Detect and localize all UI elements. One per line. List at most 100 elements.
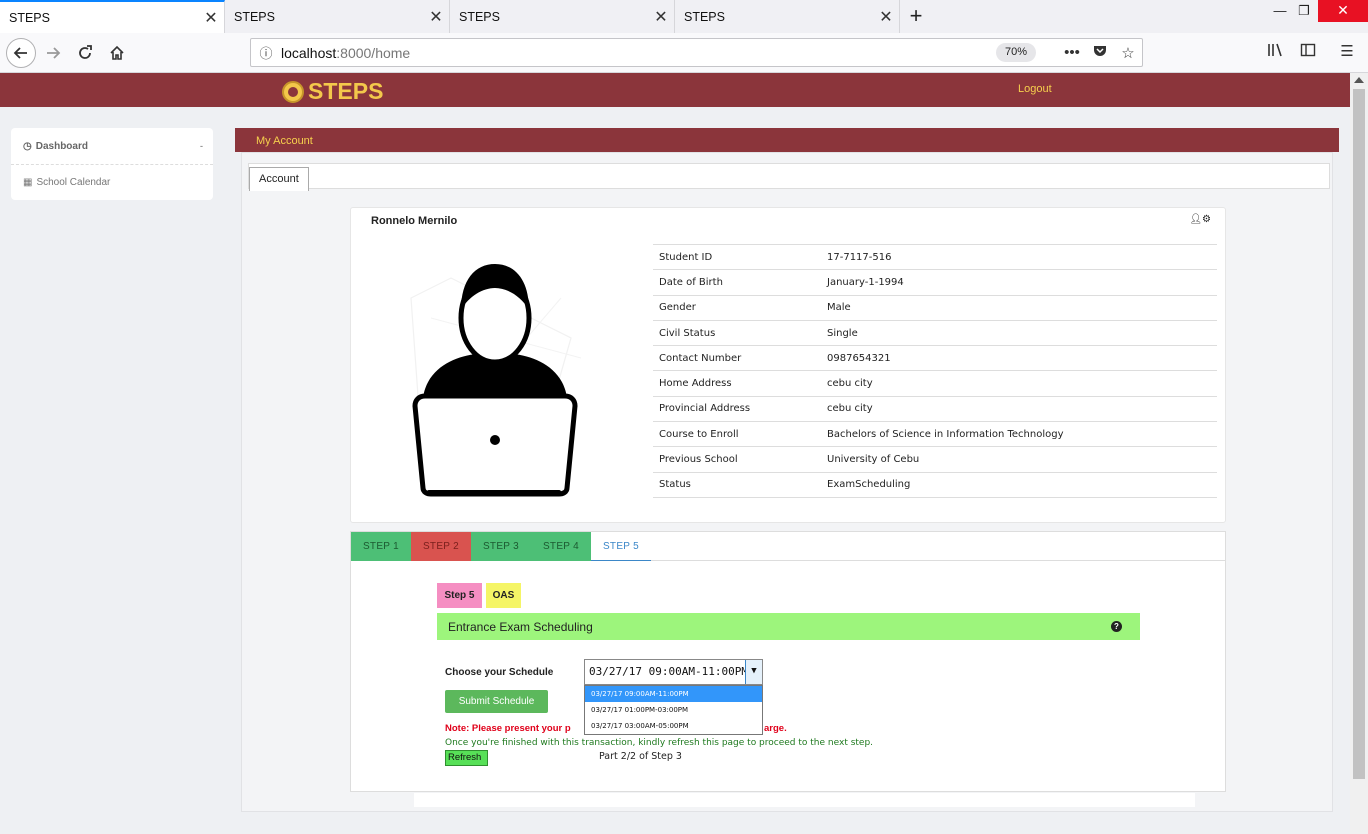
gear-icon[interactable]: ⚙ bbox=[1202, 214, 1211, 225]
dropdown-option[interactable]: 03/27/17 01:00PM-03:00PM bbox=[585, 702, 762, 718]
question-circle-icon[interactable]: ? bbox=[1111, 621, 1122, 632]
close-icon[interactable]: ✕ bbox=[873, 7, 899, 27]
url-path: :8000/home bbox=[336, 44, 411, 61]
tab-step-5[interactable]: STEP 5 bbox=[591, 532, 651, 561]
field-label: Civil Status bbox=[653, 319, 821, 346]
refresh-button[interactable]: Refresh bbox=[445, 750, 488, 766]
tab-step-1[interactable]: STEP 1 bbox=[351, 532, 411, 561]
field-value: Single bbox=[821, 319, 1217, 346]
field-value: Male bbox=[821, 294, 1217, 321]
oas-badge: OAS bbox=[486, 583, 521, 608]
home-icon[interactable] bbox=[102, 38, 132, 68]
brand-name: STEPS bbox=[308, 78, 384, 104]
zoom-level[interactable]: 70% bbox=[996, 43, 1036, 62]
calendar-icon: ▦ bbox=[23, 177, 33, 188]
field-value: ExamScheduling bbox=[821, 471, 1217, 498]
site-logo[interactable]: STEPS bbox=[282, 78, 383, 105]
part-indicator: Part 2/2 of Step 3 bbox=[599, 751, 682, 762]
submit-schedule-button[interactable]: Submit Schedule bbox=[445, 690, 548, 713]
field-label: Date of Birth bbox=[653, 269, 821, 296]
table-row: Date of Birth January-1-1994 bbox=[653, 269, 1217, 296]
browser-tab[interactable]: STEPS ✕ bbox=[675, 0, 900, 33]
page-scrollbar[interactable] bbox=[1350, 73, 1368, 834]
steps-card: STEP 1 STEP 2 STEP 3 STEP 4 STEP 5 Step … bbox=[350, 531, 1226, 792]
window-close-icon[interactable]: ✕ bbox=[1318, 0, 1368, 22]
close-icon[interactable]: ✕ bbox=[423, 7, 449, 27]
user-icon[interactable]: 👤︎ bbox=[1189, 214, 1202, 225]
browser-tab[interactable]: STEPS ✕ bbox=[225, 0, 450, 33]
section-title: My Account bbox=[235, 128, 1339, 152]
field-label: Status bbox=[653, 471, 821, 498]
schedule-label: Choose your Schedule bbox=[445, 667, 554, 678]
field-value: 0987654321 bbox=[821, 345, 1217, 371]
url-text[interactable]: localhost:8000/home bbox=[281, 45, 996, 61]
tab-step-4[interactable]: STEP 4 bbox=[531, 532, 591, 561]
field-value: cebu city bbox=[821, 395, 1217, 422]
tab-step-3[interactable]: STEP 3 bbox=[471, 532, 531, 561]
scroll-up-icon[interactable] bbox=[1354, 77, 1364, 83]
exam-title: Entrance Exam Scheduling ? bbox=[437, 613, 1140, 640]
chevron-down-icon[interactable]: ▼ bbox=[745, 660, 762, 684]
logout-link[interactable]: Logout bbox=[1018, 83, 1052, 95]
info-icon[interactable]: ⓘ bbox=[251, 43, 281, 62]
reload-icon[interactable] bbox=[70, 38, 100, 68]
profile-card: Ronnelo Mernilo 👤︎⚙ Student ID 17-7117-51… bbox=[350, 207, 1226, 523]
table-row: Student ID 17-7117-516 bbox=[653, 243, 1217, 270]
field-value: University of Cebu bbox=[821, 446, 1217, 473]
field-label: Course to Enroll bbox=[653, 421, 821, 447]
tab-step-2[interactable]: STEP 2 bbox=[411, 532, 471, 561]
new-tab-icon[interactable]: + bbox=[904, 4, 928, 28]
table-row: Home Address cebu city bbox=[653, 370, 1217, 397]
sidebar-toggle-icon[interactable] bbox=[1297, 42, 1319, 64]
field-value: Bachelors of Science in Information Tech… bbox=[821, 421, 1217, 447]
browser-tab[interactable]: STEPS ✕ bbox=[0, 0, 225, 33]
library-icon[interactable] bbox=[1265, 42, 1287, 64]
step-badge: Step 5 bbox=[437, 583, 482, 608]
table-row: Civil Status Single bbox=[653, 319, 1217, 346]
schedule-select[interactable]: 03/27/17 09:00AM-11:00PM ▼ bbox=[584, 659, 763, 685]
bookmark-star-icon[interactable]: ☆ bbox=[1114, 44, 1142, 62]
page-viewport: STEPS Logout ◷ Dashboard - ▦ School Cale… bbox=[0, 73, 1350, 834]
footer-strip bbox=[414, 793, 1195, 807]
dashboard-icon: ◷ bbox=[23, 140, 32, 152]
field-label: Contact Number bbox=[653, 345, 821, 371]
sidebar-item-label: School Calendar bbox=[36, 177, 111, 188]
table-row: Contact Number 0987654321 bbox=[653, 345, 1217, 371]
menu-icon[interactable]: ☰ bbox=[1336, 42, 1358, 64]
browser-tab[interactable]: STEPS ✕ bbox=[450, 0, 675, 33]
field-label: Home Address bbox=[653, 370, 821, 397]
table-row: Provincial Address cebu city bbox=[653, 395, 1217, 422]
page-actions-icon[interactable]: ••• bbox=[1058, 44, 1086, 61]
tab-title: STEPS bbox=[9, 10, 50, 25]
back-icon[interactable] bbox=[6, 38, 36, 68]
instruction-text: Once you're finished with this transacti… bbox=[445, 738, 874, 748]
note-text-tail: arge. bbox=[764, 723, 787, 734]
field-label: Provincial Address bbox=[653, 395, 821, 422]
caret-icon: - bbox=[200, 141, 203, 151]
dropdown-option[interactable]: 03/27/17 09:00AM-11:00PM bbox=[585, 686, 762, 702]
sidebar-item-school-calendar[interactable]: ▦ School Calendar bbox=[11, 164, 213, 200]
forward-icon[interactable] bbox=[38, 38, 68, 68]
table-row: Course to Enroll Bachelors of Science in … bbox=[653, 421, 1217, 447]
account-tabs: Account bbox=[248, 163, 1330, 191]
url-bar[interactable]: ⓘ localhost:8000/home 70% ••• ☆ bbox=[250, 38, 1143, 67]
exam-scheduling-box: Entrance Exam Scheduling ? Choose your S… bbox=[437, 613, 1140, 773]
steps-tabs: STEP 1 STEP 2 STEP 3 STEP 4 STEP 5 bbox=[351, 532, 1225, 561]
account-panel: Account Ronnelo Mernilo 👤︎⚙ Student ID 17… bbox=[241, 152, 1333, 812]
tab-account[interactable]: Account bbox=[249, 167, 309, 191]
close-icon[interactable]: ✕ bbox=[648, 7, 674, 27]
profile-tools: 👤︎⚙ bbox=[1189, 214, 1211, 225]
restore-icon[interactable]: ❐ bbox=[1290, 0, 1318, 24]
pocket-icon[interactable] bbox=[1086, 44, 1114, 62]
field-label: Previous School bbox=[653, 446, 821, 473]
exam-title-text: Entrance Exam Scheduling bbox=[448, 620, 593, 634]
dropdown-option[interactable]: 03/27/17 03:00AM-05:00PM bbox=[585, 718, 762, 734]
sidebar-item-dashboard[interactable]: ◷ Dashboard - bbox=[11, 128, 213, 164]
scrollbar-thumb[interactable] bbox=[1353, 89, 1365, 779]
table-row: Previous School University of Cebu bbox=[653, 446, 1217, 473]
browser-navbar: ⓘ localhost:8000/home 70% ••• ☆ ☰ bbox=[0, 33, 1368, 73]
schedule-selected-value: 03/27/17 09:00AM-11:00PM bbox=[589, 665, 748, 678]
field-value: cebu city bbox=[821, 370, 1217, 397]
close-icon[interactable]: ✕ bbox=[198, 8, 224, 28]
seal-icon bbox=[282, 80, 304, 103]
